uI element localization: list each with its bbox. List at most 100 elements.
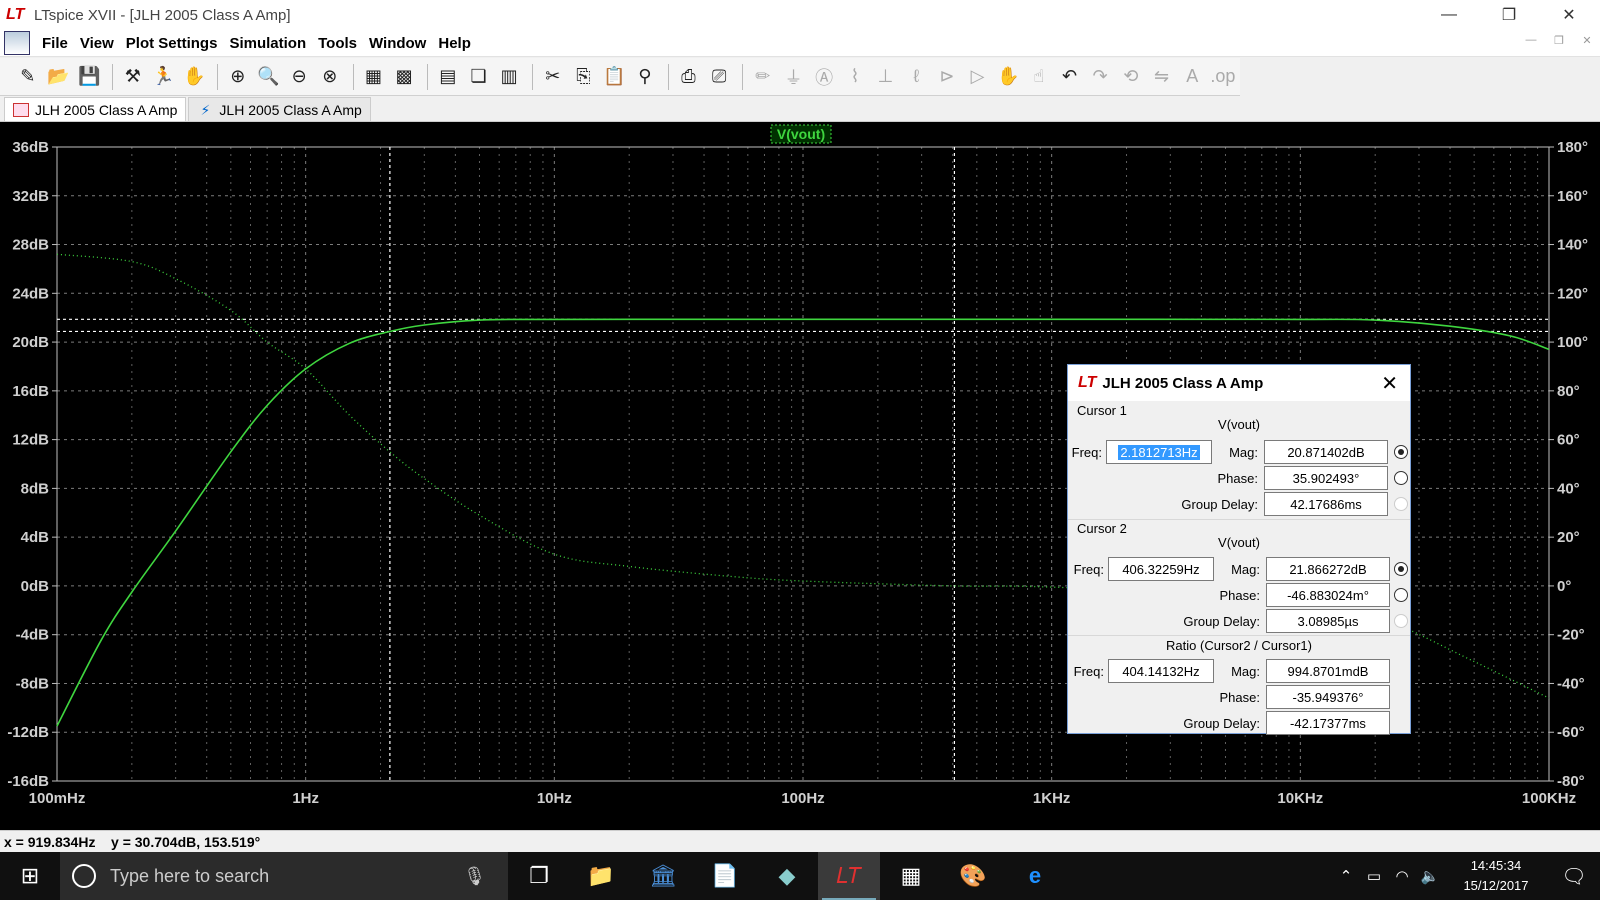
zoom-fit-icon[interactable]: ⊗ xyxy=(316,63,344,91)
toolbar-separator xyxy=(217,63,218,90)
autorange-icon[interactable]: ▦ xyxy=(360,63,388,91)
zoom-area-icon[interactable]: 🔍 xyxy=(255,63,283,91)
cursor1-group-delay-field: 42.17686ms xyxy=(1264,492,1388,516)
paste-icon[interactable]: 📋 xyxy=(600,63,628,91)
museum-app-icon[interactable]: 🏛 xyxy=(632,852,694,900)
y2-tick-label: 180° xyxy=(1557,139,1588,156)
wire-pencil-icon[interactable]: ✏ xyxy=(749,63,777,91)
menu-file[interactable]: File xyxy=(42,35,68,52)
tile-horizontal-icon[interactable]: ▤ xyxy=(434,63,462,91)
paint-app-icon[interactable]: 🎨 xyxy=(942,852,1004,900)
cursor2-group-delay-radio[interactable] xyxy=(1394,614,1408,628)
new-schematic-icon[interactable]: ✎ xyxy=(14,63,42,91)
rotate-icon[interactable]: ⟲ xyxy=(1117,63,1145,91)
save-icon[interactable]: 💾 xyxy=(75,63,103,91)
cursor1-phase-field: 35.902493° xyxy=(1264,466,1388,490)
zoom-in-icon[interactable]: ⊕ xyxy=(224,63,252,91)
cut-icon[interactable]: ✂ xyxy=(539,63,567,91)
mdi-close-button[interactable]: ✕ xyxy=(1574,34,1600,54)
task-view-icon[interactable]: ❐ xyxy=(508,852,570,900)
mdi-restore-button[interactable]: ❐ xyxy=(1546,34,1572,54)
mirror-icon[interactable]: ⇋ xyxy=(1148,63,1176,91)
control-panel-icon[interactable]: ⚒ xyxy=(119,63,147,91)
menu-window[interactable]: Window xyxy=(369,35,426,52)
wifi-icon[interactable]: ◠ xyxy=(1388,867,1416,885)
cursor1-mag-radio[interactable] xyxy=(1394,445,1408,459)
tab-waveform[interactable]: JLH 2005 Class A Amp xyxy=(4,97,187,121)
cursor1-header: Cursor 1 xyxy=(1077,403,1127,418)
cursor1-freq-input[interactable]: 2.1812713Hz xyxy=(1106,440,1212,464)
microphone-icon[interactable]: 🎙 xyxy=(463,866,486,887)
tile-vertical-icon[interactable]: ▥ xyxy=(495,63,523,91)
y2-tick-label: 60° xyxy=(1557,432,1580,449)
manual-limits-icon[interactable]: ▩ xyxy=(390,63,418,91)
capacitor-icon[interactable]: ⊥ xyxy=(872,63,900,91)
y-tick-label: 36dB xyxy=(12,139,49,156)
print-preview-icon[interactable]: ⎚ xyxy=(705,63,733,91)
ltspice-taskbar-icon[interactable]: 𝐿𝑇 xyxy=(818,852,880,900)
inductor-icon[interactable]: ℓ xyxy=(902,63,930,91)
open-folder-icon[interactable]: 📂 xyxy=(45,63,73,91)
copy-icon[interactable]: ⎘ xyxy=(570,63,598,91)
mag-label: Mag: xyxy=(1231,664,1260,679)
zoom-out-icon[interactable]: ⊖ xyxy=(285,63,313,91)
file-explorer-icon[interactable]: 📁 xyxy=(570,852,632,900)
battery-icon[interactable]: ▭ xyxy=(1360,867,1388,885)
spice-directive-icon[interactable]: .op xyxy=(1209,63,1237,91)
find-binoculars-icon[interactable]: ⚲ xyxy=(631,63,659,91)
cursor2-freq-input[interactable]: 406.32259Hz xyxy=(1108,557,1214,581)
print-icon[interactable]: ⎙ xyxy=(675,63,703,91)
waveform-doc-icon[interactable] xyxy=(4,31,30,55)
dialog-close-icon[interactable]: ✕ xyxy=(1381,371,1398,396)
toolbar-separator xyxy=(667,63,669,90)
tab-schematic[interactable]: ⚡ JLH 2005 Class A Amp xyxy=(188,97,371,121)
taskbar-search[interactable]: Type here to search 🎙 xyxy=(60,852,508,900)
cursor2-phase-radio[interactable] xyxy=(1394,588,1408,602)
menu-plot-settings[interactable]: Plot Settings xyxy=(126,35,218,52)
y-tick-label: 12dB xyxy=(12,432,49,449)
toolbar-separator xyxy=(532,63,533,90)
cursor2-mag-radio[interactable] xyxy=(1394,562,1408,576)
chevron-up-icon[interactable]: ⌃ xyxy=(1332,867,1360,885)
label-net-icon[interactable]: Ⓐ xyxy=(810,63,838,91)
cursor1-group-delay-radio[interactable] xyxy=(1394,497,1408,511)
notifications-icon[interactable]: 🗨 xyxy=(1548,864,1600,889)
minimize-button[interactable]: — xyxy=(1420,0,1478,30)
ratio-freq-field: 404.14132Hz xyxy=(1108,659,1214,683)
document-app-icon[interactable]: 📄 xyxy=(694,852,756,900)
y-tick-label: -8dB xyxy=(16,675,50,692)
edge-browser-icon[interactable]: e xyxy=(1004,852,1066,900)
component-icon[interactable]: ▷ xyxy=(964,63,992,91)
menu-tools[interactable]: Tools xyxy=(318,35,357,52)
menu-view[interactable]: View xyxy=(80,35,114,52)
cursor1-phase-radio[interactable] xyxy=(1394,471,1408,485)
volume-icon[interactable]: 🔈 xyxy=(1416,867,1444,885)
freq-label: Freq: xyxy=(1071,445,1102,460)
cursor-dialog[interactable]: LT JLH 2005 Class A Amp ✕ Cursor 1 V(vou… xyxy=(1067,364,1411,735)
cursor2-phase-field: -46.883024m° xyxy=(1266,583,1390,607)
x-tick-label: 100mHz xyxy=(29,790,86,807)
close-button[interactable]: ✕ xyxy=(1540,0,1598,30)
clock[interactable]: 14:45:34 15/12/2017 xyxy=(1444,856,1548,896)
resistor-icon[interactable]: ⌇ xyxy=(841,63,869,91)
diode-icon[interactable]: ⊳ xyxy=(933,63,961,91)
notes-app-icon[interactable]: ◆ xyxy=(756,852,818,900)
menu-help[interactable]: Help xyxy=(438,35,471,52)
drag-hand-icon[interactable]: ☝ xyxy=(1025,63,1053,91)
trace-label[interactable]: V(vout) xyxy=(777,126,825,142)
mdi-minimize-button[interactable]: — xyxy=(1518,34,1544,54)
maximize-button[interactable]: ❐ xyxy=(1480,0,1538,30)
x-tick-label: 1Hz xyxy=(292,790,319,807)
calculator-icon[interactable]: ▦ xyxy=(880,852,942,900)
ground-icon[interactable]: ⏚ xyxy=(780,63,808,91)
x-tick-label: 10KHz xyxy=(1277,790,1323,807)
pan-hand-icon[interactable]: ✋ xyxy=(180,63,208,91)
text-icon[interactable]: A xyxy=(1178,63,1206,91)
redo-icon[interactable]: ↷ xyxy=(1086,63,1114,91)
move-hand-icon[interactable]: ✋ xyxy=(994,63,1022,91)
menu-simulation[interactable]: Simulation xyxy=(229,35,306,52)
undo-icon[interactable]: ↶ xyxy=(1056,63,1084,91)
windows-start-icon[interactable]: ⊞ xyxy=(0,852,60,900)
run-icon[interactable]: 🏃 xyxy=(150,63,178,91)
cascade-icon[interactable]: ❏ xyxy=(465,63,493,91)
